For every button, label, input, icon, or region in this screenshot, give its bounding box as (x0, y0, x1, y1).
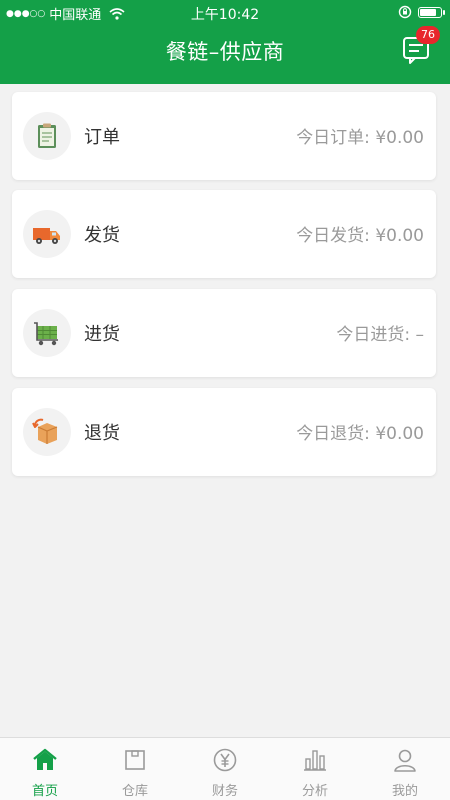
tab-profile[interactable]: 我的 (360, 738, 450, 800)
return-box-icon (23, 408, 71, 456)
tab-label: 我的 (391, 784, 418, 799)
tab-label: 仓库 (121, 784, 148, 799)
battery-level (420, 8, 436, 16)
warehouse-icon (125, 750, 145, 770)
card-stat: 今日进货: – (336, 325, 424, 345)
card-stat: 今日退货: ¥0.00 (296, 424, 424, 444)
home-icon (33, 748, 57, 770)
status-right (398, 5, 445, 19)
card-label: 发货 (84, 225, 120, 246)
bottom-tab-bar: 首页 仓库 财务 分析 我的 (0, 737, 450, 800)
status-time: 上午10:42 (190, 7, 260, 23)
tab-label: 分析 (301, 784, 328, 799)
shipping-card[interactable]: 发货 今日发货: ¥0.00 (12, 190, 436, 278)
tab-label: 财务 (211, 784, 238, 799)
card-stat: 今日订单: ¥0.00 (296, 128, 424, 148)
rotation-lock-icon (398, 5, 412, 19)
header: ●●●○○ 中国联通 上午10:42 餐链–供应商 76 (0, 0, 450, 84)
message-count-badge: 76 (416, 26, 440, 44)
tab-analysis[interactable]: 分析 (270, 738, 360, 800)
battery-icon (418, 6, 445, 18)
card-label: 进货 (84, 324, 120, 345)
yen-icon (213, 748, 237, 772)
tab-label: 首页 (31, 784, 58, 799)
tab-home[interactable]: 首页 (0, 738, 90, 800)
user-icon (394, 749, 416, 772)
purchase-card[interactable]: 进货 今日进货: – (12, 289, 436, 377)
bar-chart-icon (304, 750, 326, 771)
tab-warehouse[interactable]: 仓库 (90, 738, 180, 800)
cart-icon (23, 309, 71, 357)
returns-card[interactable]: 退货 今日退货: ¥0.00 (12, 388, 436, 476)
clipboard-icon (23, 112, 71, 160)
card-label: 退货 (84, 423, 120, 444)
card-stat: 今日发货: ¥0.00 (296, 226, 424, 246)
orders-card[interactable]: 订单 今日订单: ¥0.00 (12, 92, 436, 180)
page-title: 餐链–供应商 (165, 40, 285, 64)
tab-finance[interactable]: 财务 (180, 738, 270, 800)
truck-icon (23, 210, 71, 258)
status-bar: ●●●○○ 中国联通 上午10:42 (0, 0, 450, 24)
card-label: 订单 (84, 127, 120, 148)
